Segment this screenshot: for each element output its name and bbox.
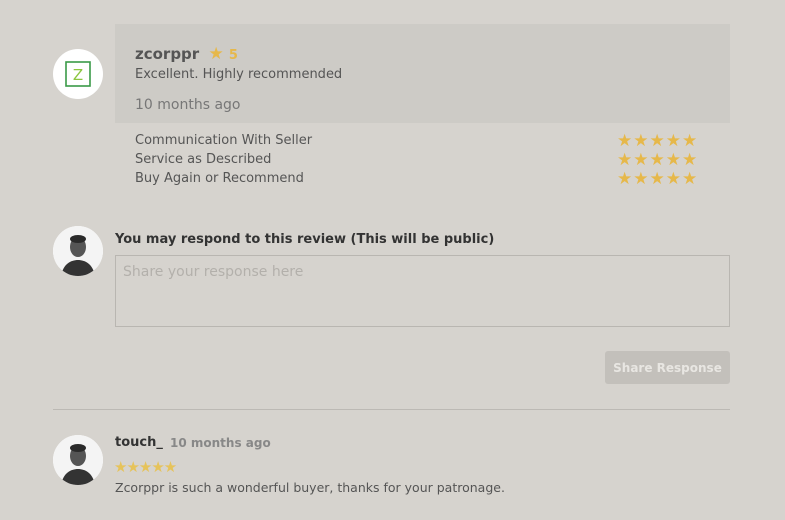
criteria-stars-service: ★★★★★ — [617, 150, 699, 170]
user-photo-icon — [53, 226, 103, 276]
reviewer-avatar[interactable]: Z — [53, 49, 103, 99]
reviewer-name[interactable]: zcorppr ★ 5 — [135, 44, 238, 64]
review-time: 10 months ago — [135, 97, 241, 113]
reply-avatar[interactable] — [53, 435, 103, 485]
svg-text:Z: Z — [73, 66, 83, 84]
reply-text: Zcorppr is such a wonderful buyer, thank… — [115, 480, 505, 495]
user-photo-icon — [53, 435, 103, 485]
zcorppr-logo-icon: Z — [65, 61, 91, 87]
review-text: Excellent. Highly recommended — [135, 67, 343, 82]
criteria-stars-communication: ★★★★★ — [617, 131, 699, 151]
seller-avatar[interactable] — [53, 226, 103, 276]
respond-label: You may respond to this review (This wil… — [115, 232, 495, 247]
reply-rating-stars: ★★★★★ — [114, 458, 177, 476]
criteria-label-service: Service as Described — [135, 152, 272, 167]
criteria-label-recommend: Buy Again or Recommend — [135, 171, 304, 186]
reply-author-name[interactable]: touch_ — [115, 435, 163, 450]
reply-time: 10 months ago — [170, 436, 271, 450]
share-response-button[interactable]: Share Response — [605, 351, 730, 384]
rating-value: 5 — [228, 48, 238, 63]
criteria-stars-recommend: ★★★★★ — [617, 169, 699, 189]
review-card: zcorppr ★ 5 Excellent. Highly recommende… — [115, 24, 730, 123]
criteria-label-communication: Communication With Seller — [135, 133, 313, 148]
response-input[interactable] — [115, 255, 730, 327]
star-icon: ★ — [208, 44, 224, 64]
divider — [53, 409, 730, 410]
